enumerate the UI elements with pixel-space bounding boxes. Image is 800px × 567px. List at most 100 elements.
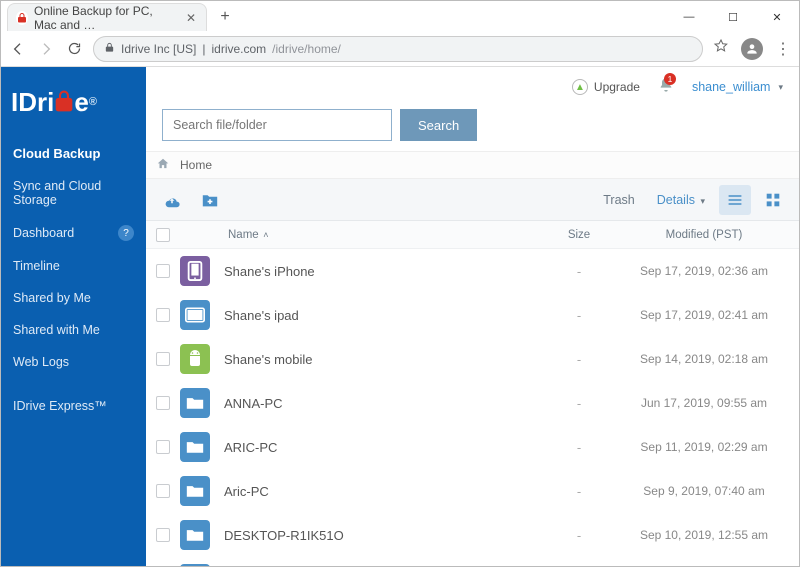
toolbar: Trash Details ▾ [146,179,799,221]
device-folder-icon [180,388,210,418]
sidebar-item-shared-by-me[interactable]: Shared by Me [1,282,146,314]
sidebar: IDri e® Cloud Backup Sync and Cloud Stora… [1,67,146,566]
chevron-down-icon: ▾ [778,82,783,93]
nav-reload-button[interactable] [65,40,83,58]
grid-view-button[interactable] [757,185,789,215]
device-phone-icon [180,256,210,286]
bookmark-star-icon[interactable] [713,38,729,59]
window-minimize-button[interactable]: — [667,3,711,31]
logo-lock-icon [54,86,74,117]
cloud-upload-button[interactable] [156,185,188,215]
nav-back-button[interactable] [9,40,27,58]
row-modified: Sep 11, 2019, 02:29 am [619,440,789,454]
lock-icon [104,42,115,56]
browser-tab[interactable]: Online Backup for PC, Mac and … ✕ [7,3,207,31]
row-name: Shane's iPhone [224,264,539,279]
row-name: ANNA-PC [224,396,539,411]
table-row[interactable]: Shane's mobile-Sep 14, 2019, 02:18 am [146,337,799,381]
row-name: Aric-PC [224,484,539,499]
trash-link[interactable]: Trash [595,193,643,207]
sidebar-item-cloud-backup[interactable]: Cloud Backup [1,137,146,170]
row-modified: Sep 10, 2019, 12:55 am [619,528,789,542]
row-size: - [539,528,619,543]
browser-titlebar: Online Backup for PC, Mac and … ✕ + — ☐ … [1,1,799,31]
top-strip: ▲ Upgrade 1 shane_william ▾ [146,67,799,107]
help-icon[interactable]: ? [118,225,134,241]
window-close-button[interactable]: ✕ [755,3,799,31]
chevron-down-icon: ▾ [700,196,705,206]
brand-logo: IDri e® [1,67,146,137]
sidebar-item-sync-and-cloud-storage[interactable]: Sync and Cloud Storage [1,170,146,216]
row-name: Shane's mobile [224,352,539,367]
row-modified: Sep 17, 2019, 02:36 am [619,264,789,278]
device-tablet-icon [180,300,210,330]
breadcrumb-home[interactable]: Home [180,158,212,172]
user-menu[interactable]: shane_william ▾ [692,80,783,94]
row-checkbox[interactable] [156,352,170,366]
table-row[interactable]: Shane's ipad-Sep 17, 2019, 02:41 am [146,293,799,337]
table-row[interactable]: Shane's iPhone-Sep 17, 2019, 02:36 am [146,249,799,293]
row-checkbox[interactable] [156,440,170,454]
details-menu[interactable]: Details ▾ [649,193,713,207]
row-size: - [539,308,619,323]
table-row[interactable]: Aric-PC-Sep 9, 2019, 07:40 am [146,469,799,513]
row-size: - [539,264,619,279]
notifications-button[interactable]: 1 [658,77,674,98]
select-all-checkbox[interactable] [156,228,170,242]
row-modified: Jun 17, 2019, 09:55 am [619,396,789,410]
sort-asc-icon: ˄ [261,230,269,240]
table-header: Name ˄ Size Modified (PST) [146,221,799,249]
sidebar-item-label: Shared by Me [13,291,91,305]
column-modified[interactable]: Modified (PST) [619,229,789,241]
sidebar-item-shared-with-me[interactable]: Shared with Me [1,314,146,346]
upgrade-label: Upgrade [594,80,640,94]
tab-close-icon[interactable]: ✕ [186,11,196,25]
sidebar-item-label: Cloud Backup [13,146,100,161]
search-input[interactable] [162,109,392,141]
list-view-button[interactable] [719,185,751,215]
new-folder-button[interactable] [194,185,226,215]
column-name[interactable]: Name ˄ [224,229,539,241]
search-button[interactable]: Search [400,109,477,141]
column-size[interactable]: Size [539,229,619,241]
sidebar-item-timeline[interactable]: Timeline [1,250,146,282]
table-row[interactable]: ARIC-PC-Sep 11, 2019, 02:29 am [146,425,799,469]
row-name: Shane's ipad [224,308,539,323]
sidebar-item-label: Dashboard [13,226,74,240]
device-folder-icon [180,432,210,462]
table-row[interactable]: SHANE-PC-Sep 17, 2014, 9:18 pm [146,557,799,566]
url-path: /idrive/home/ [272,42,341,56]
row-checkbox[interactable] [156,484,170,498]
row-checkbox[interactable] [156,528,170,542]
upgrade-link[interactable]: ▲ Upgrade [572,79,640,95]
sidebar-item-dashboard[interactable]: Dashboard? [1,216,146,250]
device-folder-icon [180,520,210,550]
device-android-icon [180,344,210,374]
breadcrumb: Home [146,151,799,179]
tab-favicon-icon [16,11,28,25]
sidebar-item-label: Timeline [13,259,60,273]
sidebar-item-web-logs[interactable]: Web Logs [1,346,146,378]
browser-toolbar: Idrive Inc [US] | idrive.com/idrive/home… [1,31,799,67]
user-name: shane_william [692,80,771,94]
row-checkbox[interactable] [156,264,170,278]
url-host: idrive.com [211,42,266,56]
tab-title: Online Backup for PC, Mac and … [34,4,176,32]
table-row[interactable]: ANNA-PC-Jun 17, 2019, 09:55 am [146,381,799,425]
new-tab-button[interactable]: + [213,5,237,29]
row-size: - [539,484,619,499]
table-row[interactable]: DESKTOP-R1IK51O-Sep 10, 2019, 12:55 am [146,513,799,557]
sidebar-item-label: Web Logs [13,355,69,369]
row-checkbox[interactable] [156,308,170,322]
device-folder-icon [180,476,210,506]
address-bar[interactable]: Idrive Inc [US] | idrive.com/idrive/home… [93,36,703,62]
nav-forward-button[interactable] [37,40,55,58]
window-maximize-button[interactable]: ☐ [711,3,755,31]
device-folder-icon [180,564,210,566]
sidebar-item-idrive-express-[interactable]: IDrive Express™ [1,390,146,422]
home-icon[interactable] [156,157,170,174]
sidebar-item-label: IDrive Express™ [13,399,107,413]
row-checkbox[interactable] [156,396,170,410]
profile-avatar-icon[interactable] [741,38,763,60]
browser-menu-icon[interactable]: ⋮ [775,39,791,59]
